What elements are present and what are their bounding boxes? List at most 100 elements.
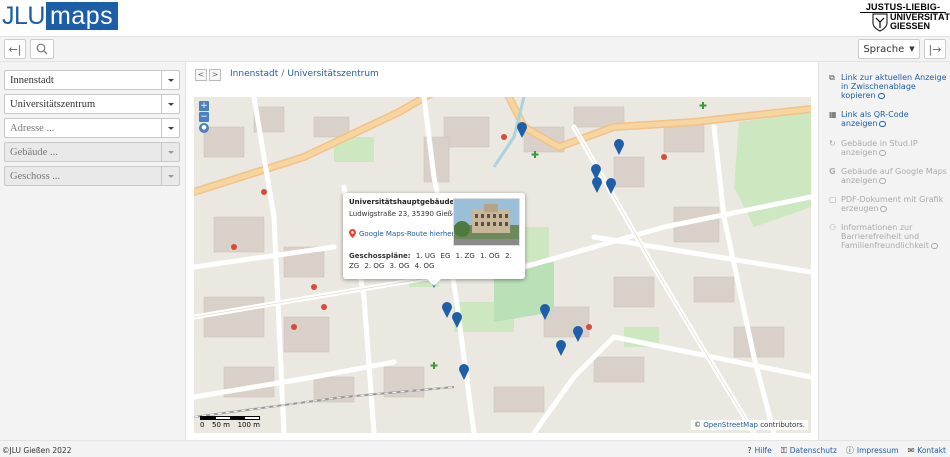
building-select-placeholder: Gebäude ... [10, 146, 58, 158]
area-select-value: Innenstadt [10, 74, 54, 86]
floor-plans: Geschosspläne: 1. UG EG 1. ZG 1. OG 2. Z… [349, 251, 519, 271]
language-dropdown[interactable]: Sprache ▼ [858, 39, 920, 59]
footer: ©JLU Gießen 2022 ? Hilfe ⚿ Datenschutz ⓘ Im… [0, 440, 950, 457]
breadcrumb: Innenstadt / Universitätszentrum [230, 69, 379, 79]
accessibility-icon: ⚇ [829, 223, 837, 232]
scale-label-0: 0 [200, 421, 205, 429]
chevron-down-icon [161, 71, 179, 89]
contact-link[interactable]: ✉ Kontakt [908, 445, 946, 456]
address-select[interactable]: Adresse ... [4, 118, 180, 138]
privacy-link[interactable]: ⚿ Datenschutz [781, 445, 837, 456]
toolbar: ←| Sprache ▼ |→ [0, 36, 950, 62]
floor-select-placeholder: Geschoss ... [10, 170, 61, 182]
collapse-rightbar-button[interactable]: |→ [924, 39, 946, 59]
logo-maps-text: maps [45, 2, 119, 30]
lock-icon: ⚿ [780, 445, 787, 455]
contact-label: Kontakt [917, 446, 946, 455]
breadcrumb-separator: / [281, 69, 285, 79]
comment-icon [880, 206, 888, 212]
comment-icon [930, 243, 938, 249]
copy-link-action[interactable]: ⧉ Link zur aktuellen Anzeige in Zwischen… [829, 73, 947, 100]
floor-link[interactable]: 1. OG [480, 252, 500, 260]
building-select[interactable]: Gebäude ... [4, 142, 180, 162]
collapse-sidebar-button[interactable]: ←| [4, 39, 26, 59]
building-photo-image [454, 199, 519, 245]
scale-bar-labels: 0 50 m 100 m [200, 421, 260, 429]
floor-link[interactable]: 4. OG [415, 262, 435, 270]
google-icon: G [829, 167, 836, 176]
breadcrumb-link-zone[interactable]: Universitätszentrum [287, 69, 378, 79]
qr-code-action[interactable]: ▦ Link als QR-Code anzeigen [829, 110, 947, 128]
history-nav: < > [195, 69, 221, 81]
map-pin-icon [349, 229, 356, 238]
route-link-label: Google Maps-Route hierher [359, 229, 455, 238]
copy-link-label: Link zur aktuellen Anzeige in Zwischenab… [841, 73, 947, 100]
area-select[interactable]: Innenstadt [4, 70, 180, 90]
chevron-down-icon [161, 167, 179, 185]
accessibility-label: Informationen zur Barrierefreiheit und F… [841, 223, 929, 250]
building-photo[interactable] [453, 198, 520, 246]
help-link[interactable]: ? Hilfe [747, 445, 771, 456]
search-icon [36, 43, 48, 55]
studip-action[interactable]: ↻ Gebäude in Stud.IP anzeigen [829, 139, 947, 157]
imprint-label: Impressum [856, 446, 899, 455]
collapse-right-icon: |→ [928, 42, 942, 56]
copy-link-icon: ⧉ [829, 73, 835, 82]
logo-jlu-text: JLU [2, 2, 45, 30]
floor-plans-label: Geschosspläne: [349, 252, 411, 260]
mail-icon: ✉ [907, 446, 915, 455]
jlumaps-logo[interactable]: JLU maps [2, 2, 119, 30]
scale-label-50: 50 m [212, 421, 230, 429]
google-maps-action[interactable]: G Gebäude auf Google Maps anzeigen [829, 167, 947, 185]
scale-label-100: 100 m [237, 421, 260, 429]
comment-icon [879, 121, 887, 127]
left-sidebar: Innenstadt Universitätszentrum Adresse .… [0, 62, 186, 440]
floor-select[interactable]: Geschoss ... [4, 166, 180, 186]
google-route-link[interactable]: Google Maps-Route hierher [349, 229, 454, 238]
address-select-placeholder: Adresse ... [10, 122, 55, 134]
popup-title: Universitätshauptgebäude [349, 198, 455, 206]
map-view[interactable]: + − ● 0 50 m 100 m © OpenStreetMap contr… [194, 97, 811, 433]
comment-icon [877, 93, 885, 99]
building-popup: Universitätshauptgebäude Ludwigstraße 23… [343, 193, 525, 286]
info-icon: ⓘ [845, 446, 854, 455]
zoom-in-button[interactable]: + [199, 101, 209, 111]
back-arrow-button[interactable]: < [195, 69, 207, 81]
language-label: Sprache [863, 43, 905, 55]
search-button[interactable] [30, 39, 54, 59]
breadcrumb-link-area[interactable]: Innenstadt [230, 69, 278, 79]
main-content: < > Innenstadt / Universitätszentrum + −… [187, 62, 818, 440]
pdf-icon: ▢ [829, 195, 837, 204]
accessibility-action[interactable]: ⚇ Informationen zur Barrierefreiheit und… [829, 223, 947, 250]
floor-link[interactable]: 1. ZG [456, 252, 475, 260]
caret-down-icon: ▼ [909, 45, 915, 53]
pdf-action[interactable]: ▢ PDF-Dokument mit Grafik erzeugen [829, 195, 947, 213]
comment-icon [879, 150, 887, 156]
zoom-out-button[interactable]: − [199, 112, 209, 122]
university-logo[interactable]: JUSTUS-LIEBIG- UNIVERSITÄT GIESSEN [860, 2, 950, 34]
privacy-label: Datenschutz [789, 446, 837, 455]
google-maps-label: Gebäude auf Google Maps anzeigen [841, 167, 947, 185]
help-icon: ? [747, 446, 752, 455]
scale-bar-graphic [200, 416, 260, 420]
comment-icon [879, 178, 887, 184]
right-sidebar: ⧉ Link zur aktuellen Anzeige in Zwischen… [818, 62, 950, 440]
zone-select-value: Universitätszentrum [10, 98, 96, 110]
floor-link[interactable]: 1. UG [416, 252, 435, 260]
floor-link[interactable]: 2. OG [364, 262, 384, 270]
qr-code-label: Link als QR-Code anzeigen [841, 110, 909, 128]
uni-logo-line2-3: UNIVERSITÄT GIESSEN [890, 13, 950, 31]
scale-bar: 0 50 m 100 m [200, 416, 260, 429]
imprint-link[interactable]: ⓘ Impressum [846, 445, 899, 456]
zoom-controls: + − ● [199, 101, 209, 133]
floor-link[interactable]: 3. OG [390, 262, 410, 270]
layers-button[interactable]: ● [199, 123, 209, 133]
forward-arrow-button[interactable]: > [209, 69, 221, 81]
osm-link[interactable]: OpenStreetMap [703, 421, 758, 429]
zone-select[interactable]: Universitätszentrum [4, 94, 180, 114]
floor-link[interactable]: EG [441, 252, 451, 260]
qr-code-icon: ▦ [829, 110, 837, 119]
chevron-down-icon [161, 119, 179, 137]
header: JLU maps JUSTUS-LIEBIG- UNIVERSITÄT GIES… [0, 0, 950, 36]
uni-logo-line3: GIESSEN [890, 21, 931, 31]
